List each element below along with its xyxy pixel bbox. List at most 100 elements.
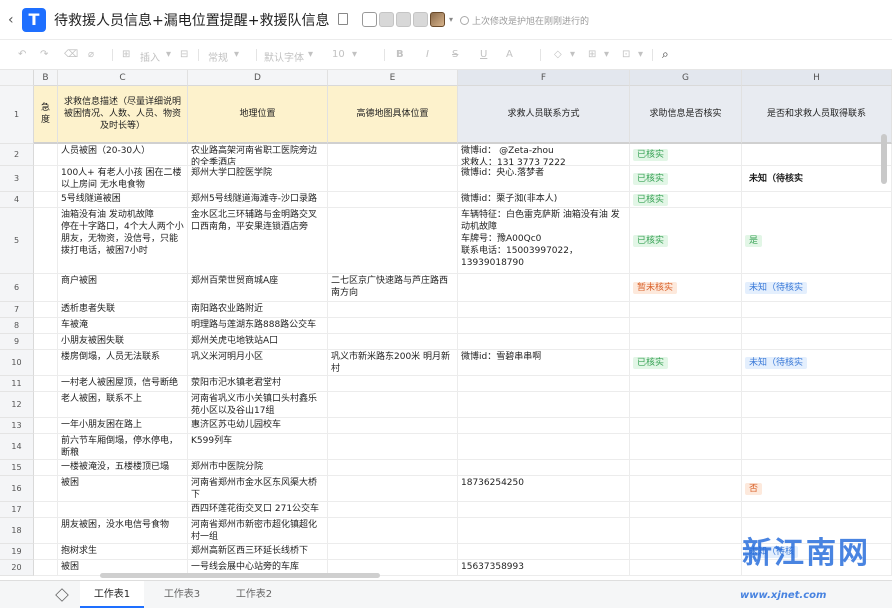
table-cell[interactable]: 一年小朋友困在路上 <box>58 418 188 434</box>
table-cell[interactable] <box>58 502 188 518</box>
table-cell[interactable]: 一楼被淹没，五楼楼顶已塌 <box>58 460 188 476</box>
merge-chevron-down-icon[interactable]: ▾ <box>638 49 643 60</box>
row-header[interactable]: 16 <box>0 476 34 502</box>
table-cell[interactable]: 微博id：栗子洳(非本人) <box>458 192 630 208</box>
font-chevron-down-icon[interactable]: ▾ <box>308 49 313 60</box>
insert-chevron-down-icon[interactable]: ▾ <box>166 49 171 60</box>
table-cell[interactable] <box>630 476 742 502</box>
table-cell[interactable]: 郑州百荣世贸商城A座 <box>188 274 328 302</box>
table-cell[interactable]: 5号线隧道被困 <box>58 192 188 208</box>
table-cell[interactable]: 巩义米河明月小区 <box>188 350 328 376</box>
table-cell[interactable]: 郑州大学口腔医学院 <box>188 166 328 192</box>
table-cell[interactable]: 惠济区苏屯幼儿园校车 <box>188 418 328 434</box>
avatar[interactable] <box>379 12 394 27</box>
table-cell[interactable] <box>742 376 892 392</box>
row-header[interactable]: 14 <box>0 434 34 460</box>
size-chevron-down-icon[interactable]: ▾ <box>352 49 357 60</box>
fill-color-icon[interactable]: ◇ <box>554 49 562 60</box>
table-cell[interactable] <box>328 460 458 476</box>
table-cell[interactable] <box>742 392 892 418</box>
table-cell[interactable] <box>742 418 892 434</box>
vertical-scrollbar[interactable] <box>881 134 887 184</box>
table-cell[interactable] <box>742 502 892 518</box>
table-cell[interactable] <box>458 518 630 544</box>
table-cell[interactable]: 微博id： @Zeta-zhou 求救人：131 3773 7222 <box>458 144 630 166</box>
table-cell[interactable]: 河南省巩义市小关镇口头村鑫乐苑小区以及谷山17组 <box>188 392 328 418</box>
table-cell[interactable] <box>742 318 892 334</box>
table-cell[interactable]: 西四环莲花街交叉口 271公交车 <box>188 502 328 518</box>
table-cell[interactable] <box>630 418 742 434</box>
table-cell[interactable]: 已核实 <box>630 350 742 376</box>
sheet-tab-2[interactable]: 工作表2 <box>222 581 286 608</box>
table-cell[interactable] <box>630 544 742 560</box>
table-cell[interactable] <box>34 192 58 208</box>
back-chevron-icon[interactable]: ‹ <box>8 12 18 28</box>
table-cell[interactable] <box>742 192 892 208</box>
table-cell[interactable]: 郑州5号线隧道海滩寺-沙口录路 <box>188 192 328 208</box>
bold-icon[interactable]: B <box>396 49 404 60</box>
column-header-c[interactable]: C <box>58 70 188 86</box>
search-icon[interactable]: ⌕ <box>662 47 669 62</box>
collaborator-avatars[interactable]: ▾ <box>362 12 453 28</box>
font-size-dropdown[interactable]: 10 <box>332 49 345 60</box>
table-cell[interactable] <box>742 434 892 460</box>
sheet-tab-3[interactable]: 工作表3 <box>150 581 214 608</box>
column-header-b[interactable]: B <box>34 70 58 86</box>
table-cell[interactable] <box>630 376 742 392</box>
table-cell[interactable]: 河南省郑州市新密市超化镇超化村一组 <box>188 518 328 544</box>
border-icon[interactable]: ⊞ <box>588 49 596 60</box>
table-cell[interactable] <box>328 166 458 192</box>
table-cell[interactable] <box>458 376 630 392</box>
table-cell[interactable] <box>328 208 458 274</box>
table-cell[interactable] <box>328 144 458 166</box>
table-cell[interactable]: 100人+ 有老人小孩 困在二楼以上房间 无水电食物 <box>58 166 188 192</box>
sheet-list-icon[interactable] <box>55 588 69 602</box>
table-cell[interactable]: 已核实 <box>630 208 742 274</box>
spreadsheet-grid[interactable]: B C D E F G H 1 急度 求救信息描述（尽量详细说明被困情况、人数、人员、物资及时长等… <box>0 70 892 580</box>
horizontal-scrollbar[interactable] <box>100 573 380 578</box>
table-cell[interactable]: 南阳路农业路附近 <box>188 302 328 318</box>
table-cell[interactable]: 暂未核实 <box>630 274 742 302</box>
table-cell[interactable]: 18736254250 <box>458 476 630 502</box>
table-cell[interactable] <box>458 274 630 302</box>
table-cell[interactable] <box>34 274 58 302</box>
table-cell[interactable] <box>328 392 458 418</box>
row-header[interactable]: 8 <box>0 318 34 334</box>
table-cell[interactable]: 车被淹 <box>58 318 188 334</box>
table-cell[interactable]: 农业路高架河南省职工医院旁边的全季酒店 <box>188 144 328 166</box>
table-cell[interactable]: 二七区京广快速路与芦庄路西南方向 <box>328 274 458 302</box>
table-cell[interactable]: 已核实 <box>630 166 742 192</box>
document-info-icon[interactable] <box>338 13 348 25</box>
table-cell[interactable]: 小朋友被困失联 <box>58 334 188 350</box>
table-cell[interactable] <box>630 334 742 350</box>
row-header[interactable]: 17 <box>0 502 34 518</box>
row-header[interactable]: 2 <box>0 144 34 166</box>
table-cell[interactable] <box>630 560 742 576</box>
table-cell[interactable] <box>630 392 742 418</box>
avatar[interactable] <box>413 12 428 27</box>
row-header[interactable]: 18 <box>0 518 34 544</box>
strikethrough-icon[interactable]: S <box>452 49 458 60</box>
table-cell[interactable] <box>458 302 630 318</box>
table-cell[interactable] <box>34 544 58 560</box>
table-cell[interactable] <box>34 166 58 192</box>
table-cell[interactable]: 前六节车厢倒塌，停水停电，断粮 <box>58 434 188 460</box>
table-cell[interactable] <box>458 460 630 476</box>
table-cell[interactable] <box>458 392 630 418</box>
row-header[interactable]: 3 <box>0 166 34 192</box>
table-cell[interactable]: 金水区北三环辅路与金明路交叉口西南角，平安果连锁酒店旁 <box>188 208 328 274</box>
table-cell[interactable]: 微博id：雪碧串串啊 <box>458 350 630 376</box>
table-cell[interactable] <box>34 302 58 318</box>
table-cell[interactable] <box>458 318 630 334</box>
clear-format-icon[interactable]: ⌀ <box>88 49 94 60</box>
table-cell[interactable] <box>328 476 458 502</box>
chevron-down-icon[interactable]: ▾ <box>449 12 453 28</box>
italic-icon[interactable]: I <box>426 49 429 60</box>
row-header[interactable]: 19 <box>0 544 34 560</box>
table-cell[interactable] <box>34 208 58 274</box>
table-cell[interactable] <box>458 418 630 434</box>
row-header[interactable]: 15 <box>0 460 34 476</box>
column-header-f[interactable]: F <box>458 70 630 86</box>
select-all-corner[interactable] <box>0 70 34 86</box>
table-cell[interactable]: 是 <box>742 208 892 274</box>
